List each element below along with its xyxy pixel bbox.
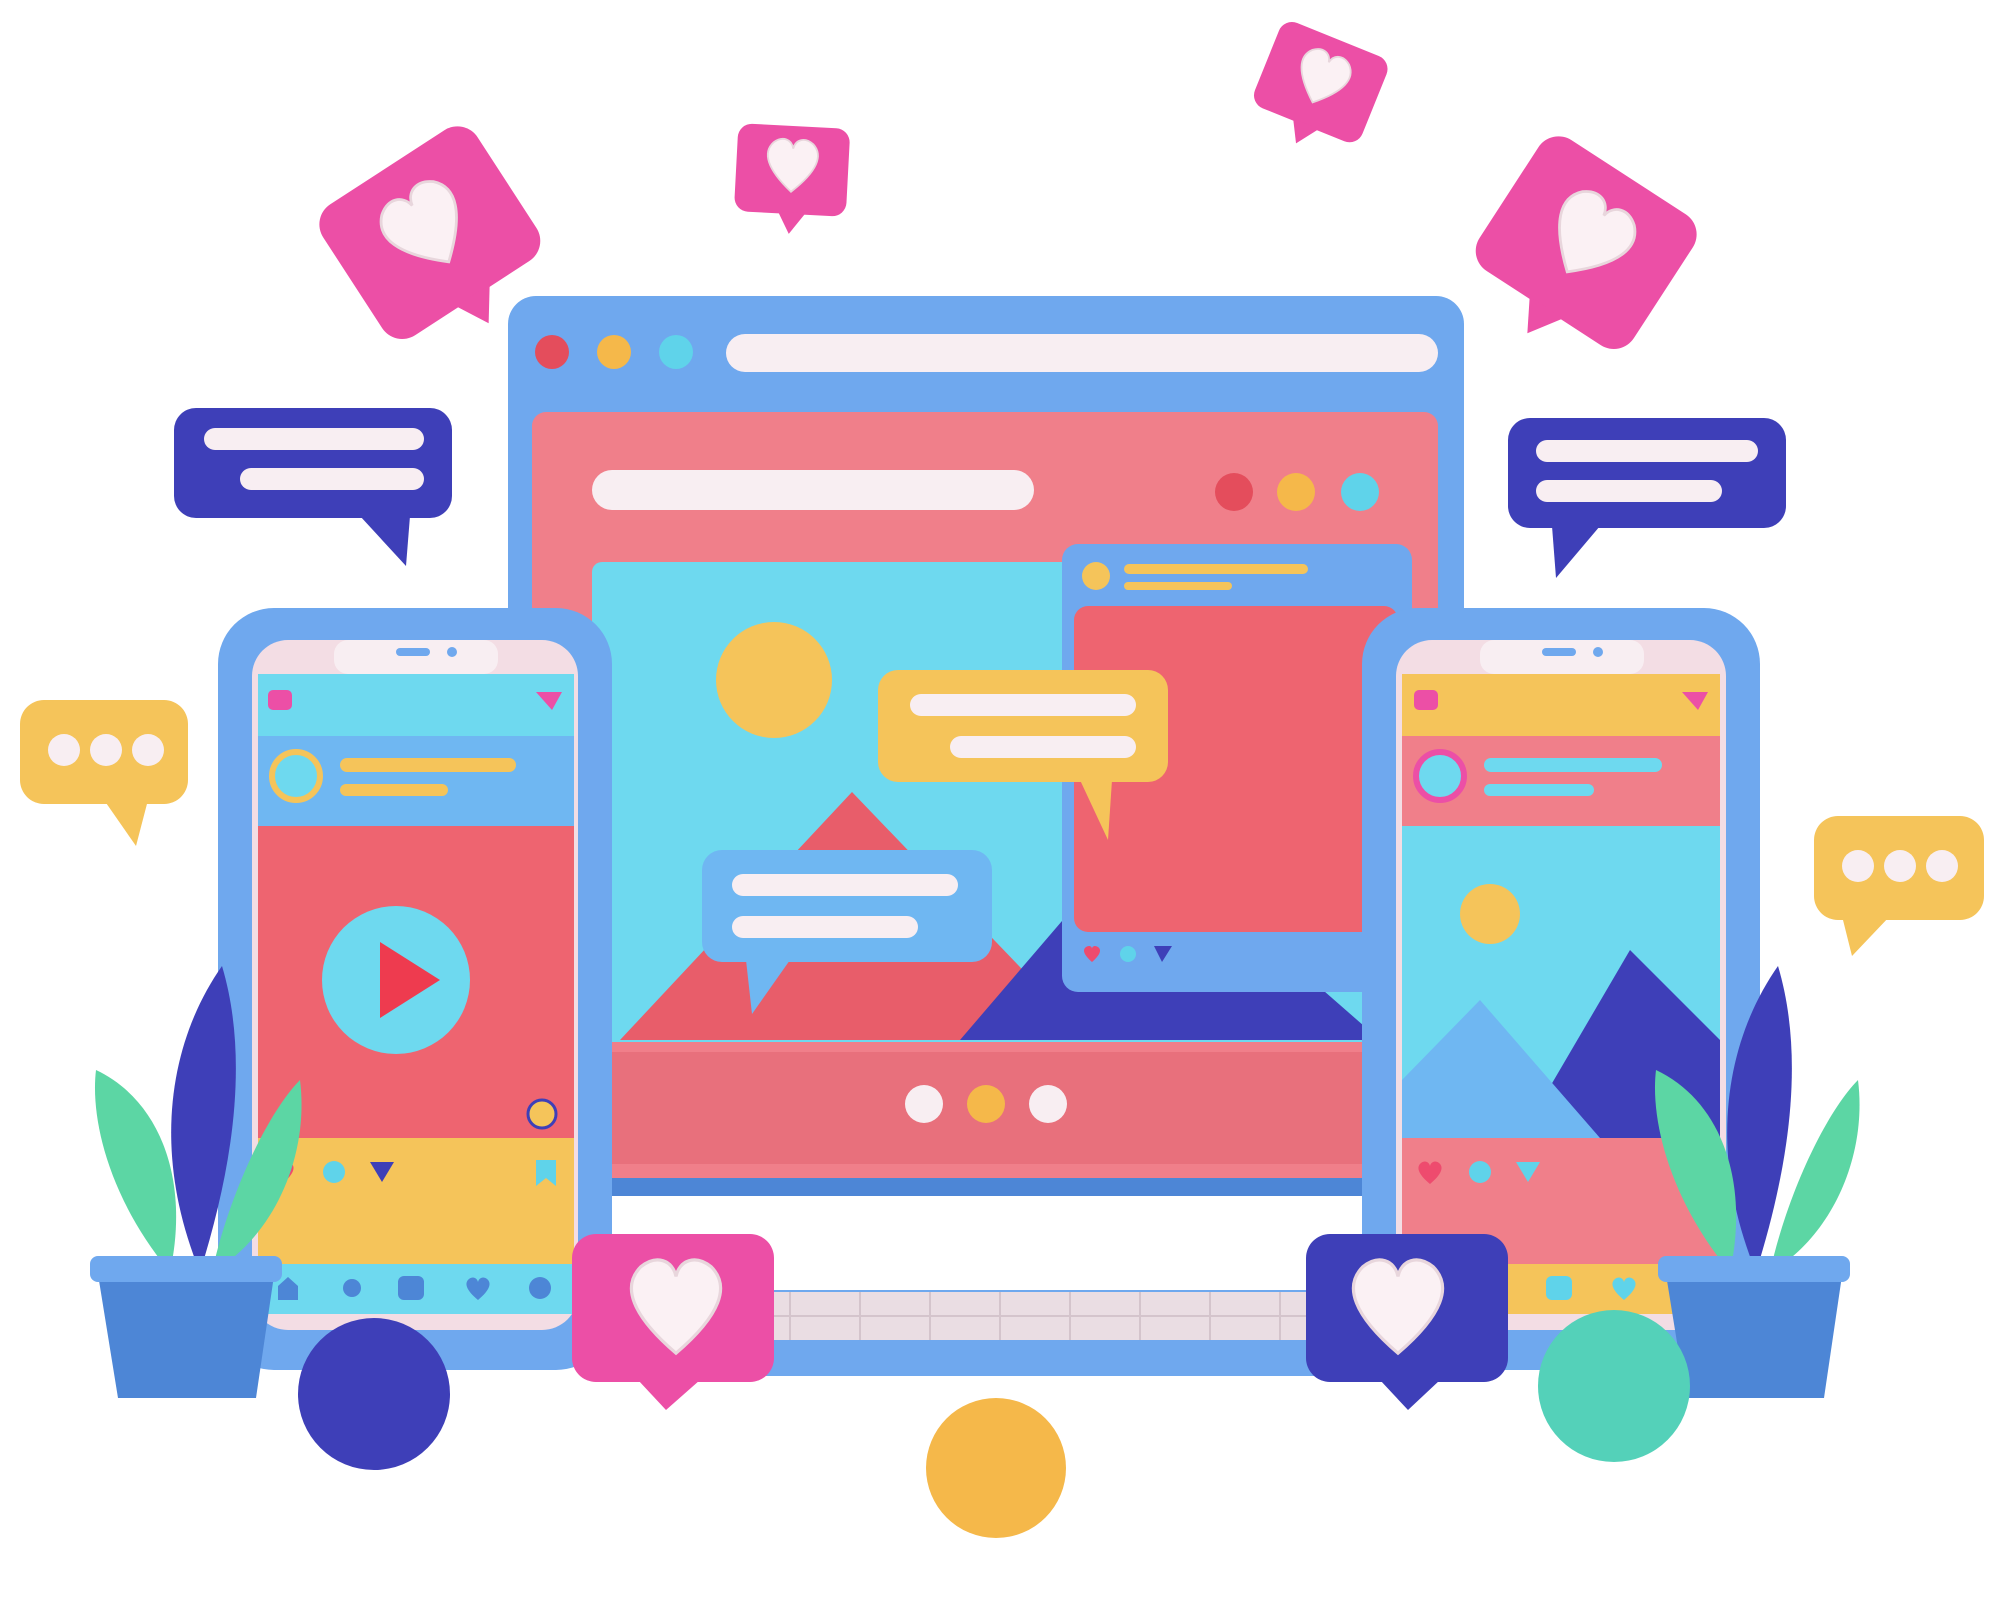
bubble-line bbox=[910, 694, 1136, 716]
profile-name-line bbox=[1484, 758, 1662, 772]
sphere-yellow bbox=[926, 1398, 1066, 1538]
screen-dot-red-icon bbox=[1215, 473, 1253, 511]
typing-dots-icon bbox=[1814, 816, 1984, 956]
right-phone-speaker bbox=[1542, 648, 1576, 656]
speaker-icon[interactable] bbox=[526, 1098, 558, 1130]
plant-pot bbox=[96, 1262, 276, 1398]
chat-bubble-indigo-left bbox=[174, 408, 452, 566]
sphere-indigo bbox=[298, 1318, 450, 1470]
bubble-line bbox=[950, 736, 1136, 758]
bubble-line bbox=[240, 468, 424, 490]
bubble-line bbox=[1536, 440, 1758, 462]
camera-icon[interactable] bbox=[1414, 690, 1438, 710]
chat-bubble-icon[interactable] bbox=[1469, 1161, 1491, 1183]
footer-dot-2-icon bbox=[967, 1085, 1005, 1123]
bubble-line bbox=[204, 428, 424, 450]
screen-header-bar bbox=[592, 470, 1034, 510]
left-phone bbox=[218, 608, 612, 1370]
profile-sub-line bbox=[340, 784, 448, 796]
typing-dots-icon bbox=[20, 700, 188, 846]
maximize-dot-icon[interactable] bbox=[659, 335, 693, 369]
sun-circle bbox=[716, 622, 832, 738]
social-media-illustration bbox=[20, 21, 1984, 1538]
heart-notification bbox=[1475, 136, 1697, 349]
heart-notification bbox=[1306, 1234, 1508, 1410]
close-dot-icon[interactable] bbox=[535, 335, 569, 369]
user-avatar-icon[interactable] bbox=[1413, 749, 1467, 803]
right-phone-notch bbox=[1480, 640, 1644, 674]
user-avatar-icon[interactable] bbox=[269, 749, 323, 803]
screen-dot-cyan-icon bbox=[1341, 473, 1379, 511]
footer-dot-1-icon bbox=[905, 1085, 943, 1123]
chat-bubble-indigo-right bbox=[1508, 418, 1786, 578]
plant-pot-rim bbox=[90, 1256, 282, 1282]
search-icon[interactable] bbox=[343, 1279, 361, 1297]
profile-name-line bbox=[340, 758, 516, 772]
right-phone-camera bbox=[1593, 647, 1603, 657]
sun-circle bbox=[1460, 884, 1520, 944]
profile-sub-line bbox=[1484, 784, 1594, 796]
minimize-dot-icon[interactable] bbox=[597, 335, 631, 369]
camera-icon[interactable] bbox=[268, 690, 292, 710]
address-bar[interactable] bbox=[726, 334, 1438, 372]
plant-pot bbox=[1664, 1262, 1844, 1398]
keyboard bbox=[700, 1290, 1350, 1376]
left-phone-notch bbox=[334, 640, 498, 674]
plant-pot-rim bbox=[1658, 1256, 1850, 1282]
chat-bubble-icon[interactable] bbox=[1120, 946, 1136, 962]
plant-leaf bbox=[94, 1070, 177, 1272]
sphere-teal bbox=[1538, 1310, 1690, 1462]
bubble-line bbox=[732, 874, 958, 896]
add-icon[interactable] bbox=[398, 1276, 424, 1300]
add-icon[interactable] bbox=[1546, 1276, 1572, 1300]
desktop-monitor bbox=[508, 296, 1464, 1196]
chat-bubble-icon[interactable] bbox=[323, 1161, 345, 1183]
profile-nav-icon[interactable] bbox=[529, 1277, 551, 1299]
left-phone-speaker bbox=[396, 648, 430, 656]
left-actions-bar bbox=[258, 1138, 574, 1264]
left-phone-camera bbox=[447, 647, 457, 657]
heart-notification bbox=[1253, 21, 1388, 144]
post-avatar bbox=[1082, 562, 1110, 590]
footer-dot-3-icon bbox=[1029, 1085, 1067, 1123]
post-subtitle-line bbox=[1124, 582, 1232, 590]
heart-notification bbox=[572, 1234, 774, 1410]
screen-dot-yellow-icon bbox=[1277, 473, 1315, 511]
bubble-line bbox=[1536, 480, 1722, 502]
post-title-line bbox=[1124, 564, 1308, 574]
bubble-line bbox=[732, 916, 918, 938]
heart-notification bbox=[734, 123, 850, 234]
